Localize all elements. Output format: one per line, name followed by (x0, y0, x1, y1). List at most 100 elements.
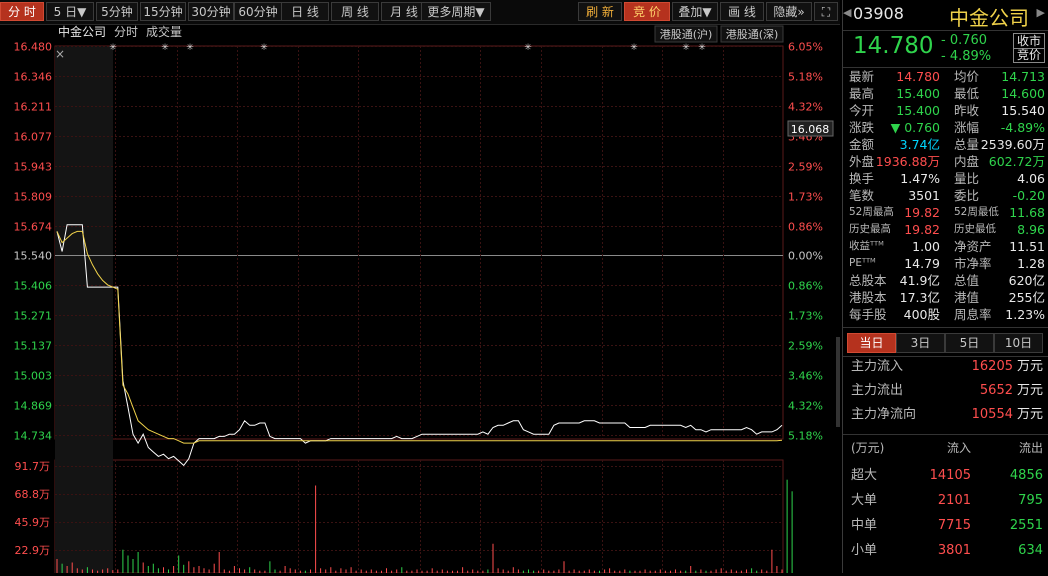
period-button-1[interactable]: 5 日▼ (46, 2, 94, 21)
order-size-label: 小单 (851, 543, 878, 558)
quote-row: 52周最高 19.82 52周最低 11.68 (847, 204, 1045, 221)
quote-row: PEᵀᵀᴹ 14.79 市净率 1.28 (847, 255, 1045, 272)
tool-button-1[interactable]: 竞 价 (624, 2, 670, 21)
quote-value: 15.540 (1001, 103, 1045, 118)
tool-button-3[interactable]: 画 线 (720, 2, 764, 21)
flow-unit: 万元 (1016, 383, 1043, 398)
price-tick-label: 15.809 (14, 191, 53, 204)
order-outflow: 795 (1018, 493, 1043, 508)
period-button-0[interactable]: 分 时 (0, 2, 44, 21)
stock-code: 03908 (853, 4, 904, 23)
price-tick-label: 15.540 (14, 250, 53, 263)
quote-value: 255亿 (1008, 290, 1045, 305)
quote-value: 19.82 (904, 205, 940, 220)
price-tick-label: 15.406 (14, 280, 53, 293)
pct-tick-label: 1.73% (788, 310, 823, 323)
period-button-9[interactable]: 更多周期▼ (421, 2, 491, 21)
event-marker-icon: ✳ (186, 43, 194, 53)
quote-row: 最新 14.780 均价 14.713 (847, 68, 1045, 85)
pct-tick-label: 6.05% (788, 41, 823, 54)
period-button-4[interactable]: 30分钟 (188, 2, 234, 21)
prev-stock-icon[interactable]: ◀ (843, 6, 853, 19)
flow-tab-1[interactable]: 3日 (896, 333, 945, 353)
flow-tab-2[interactable]: 5日 (945, 333, 994, 353)
main-flow-row: 主力流出 5652 万元 (851, 381, 1043, 401)
tag-sz: 港股通(深) (726, 28, 779, 41)
chart-close-icon[interactable]: × (55, 47, 65, 61)
order-table-row: 大单 2101 795 (851, 491, 1043, 511)
period-button-7[interactable]: 周 线 (331, 2, 379, 21)
quote-panel: ◀ 03908 中金公司 ▶ 14.780 - 0.760- 4.89% 收市 竞价 最新 14.… (842, 0, 1048, 573)
quote-value: 1.28 (1017, 256, 1045, 271)
order-outflow: 4856 (1009, 468, 1043, 483)
pct-tick-label: 4.32% (788, 400, 823, 413)
tool-button-0[interactable]: 刷 新 (578, 2, 622, 21)
event-marker-icon: ✳ (630, 43, 638, 53)
divider (843, 327, 1048, 328)
tool-button-5[interactable]: ⛶ (814, 2, 838, 21)
quote-row: 涨跌 ▼ 0.760 涨幅 -4.89% (847, 119, 1045, 136)
main-flow-row: 主力流入 16205 万元 (851, 357, 1043, 377)
pct-tick-label: 5.18% (788, 430, 823, 443)
last-price: 14.780 (853, 33, 934, 59)
order-outflow: 634 (1018, 543, 1043, 558)
quote-label: 总量 (954, 137, 980, 152)
period-button-6[interactable]: 日 线 (281, 2, 329, 21)
order-table-col: 流入 (946, 441, 971, 455)
order-size-label: 大单 (851, 493, 878, 508)
quote-value: 14.780 (896, 69, 940, 84)
quote-value: 14.713 (1001, 69, 1045, 84)
chart-canvas[interactable]: 16.480 6.05% 16.346 5.18% 16.211 4.32% 16.077 3… (0, 24, 840, 574)
flow-tab-3[interactable]: 10日 (994, 333, 1043, 353)
tool-button-2[interactable]: 叠加▼ (672, 2, 718, 21)
quote-value: 1.00 (912, 239, 940, 254)
quote-label: 周息率 (954, 307, 992, 322)
divider (843, 434, 1048, 435)
quote-value: 19.82 (904, 222, 940, 237)
price-tick-label: 16.480 (14, 41, 53, 54)
flow-tab-0[interactable]: 当日 (847, 333, 896, 353)
quote-value: 17.3亿 (899, 290, 940, 305)
price-tick-label: 15.137 (14, 340, 53, 353)
intraday-chart[interactable]: 16.480 6.05% 16.346 5.18% 16.211 4.32% 16.077 3… (0, 24, 840, 574)
quote-value: 15.400 (896, 103, 940, 118)
quote-value: 3501 (908, 188, 940, 203)
period-button-2[interactable]: 5分钟 (96, 2, 138, 21)
quote-row: 金额 3.74亿 总量 2539.60万 (847, 136, 1045, 153)
pct-tick-label: 5.18% (788, 71, 823, 84)
next-stock-icon[interactable]: ▶ (1037, 6, 1045, 19)
quote-value: 14.79 (904, 256, 940, 271)
volume-tick-label: 22.9万 (15, 544, 51, 557)
quote-value: 400股 (903, 307, 940, 322)
period-button-3[interactable]: 15分钟 (140, 2, 186, 21)
quote-row: 总股本 41.9亿 总值 620亿 (847, 272, 1045, 289)
quote-value: 1.47% (900, 171, 940, 186)
event-marker-icon: ✳ (109, 43, 117, 53)
price-tick-label: 16.346 (14, 71, 53, 84)
flow-label: 主力净流向 (851, 407, 917, 422)
chart-scroll-handle[interactable] (836, 337, 840, 427)
period-button-5[interactable]: 60分钟 (234, 2, 282, 21)
quote-label: 历史最低 (954, 223, 996, 235)
order-table-row: 中单 7715 2551 (851, 516, 1043, 536)
tool-button-4[interactable]: 隐藏» (766, 2, 812, 21)
flow-value: 16205 (971, 359, 1013, 374)
quote-value: 1936.88万 (875, 154, 940, 169)
main-flow-row: 主力净流向 10554 万元 (851, 405, 1043, 425)
quote-label: 外盘 (849, 154, 875, 169)
flow-label: 主力流出 (851, 383, 904, 398)
order-table-col: (万元) (851, 441, 885, 455)
price-change-pct: - 4.89% (941, 49, 992, 64)
pct-tick-label: 2.59% (788, 161, 823, 174)
volume-tick-label: 45.9万 (15, 516, 51, 529)
price-tick-label: 16.077 (14, 131, 53, 144)
quote-value: 4.06 (1017, 171, 1045, 186)
price-tick-label: 16.211 (14, 101, 53, 114)
order-table-header: (万元) 流入 流出 (851, 438, 1043, 458)
flow-period-tabs: 当日 3日 5日 10日 (847, 333, 1043, 353)
quote-label: 总值 (954, 273, 980, 288)
volume-frame (54, 459, 784, 574)
chart-mode: 分时 (114, 25, 138, 39)
quote-label: 最高 (849, 86, 875, 101)
quote-row: 历史最高 19.82 历史最低 8.96 (847, 221, 1045, 238)
